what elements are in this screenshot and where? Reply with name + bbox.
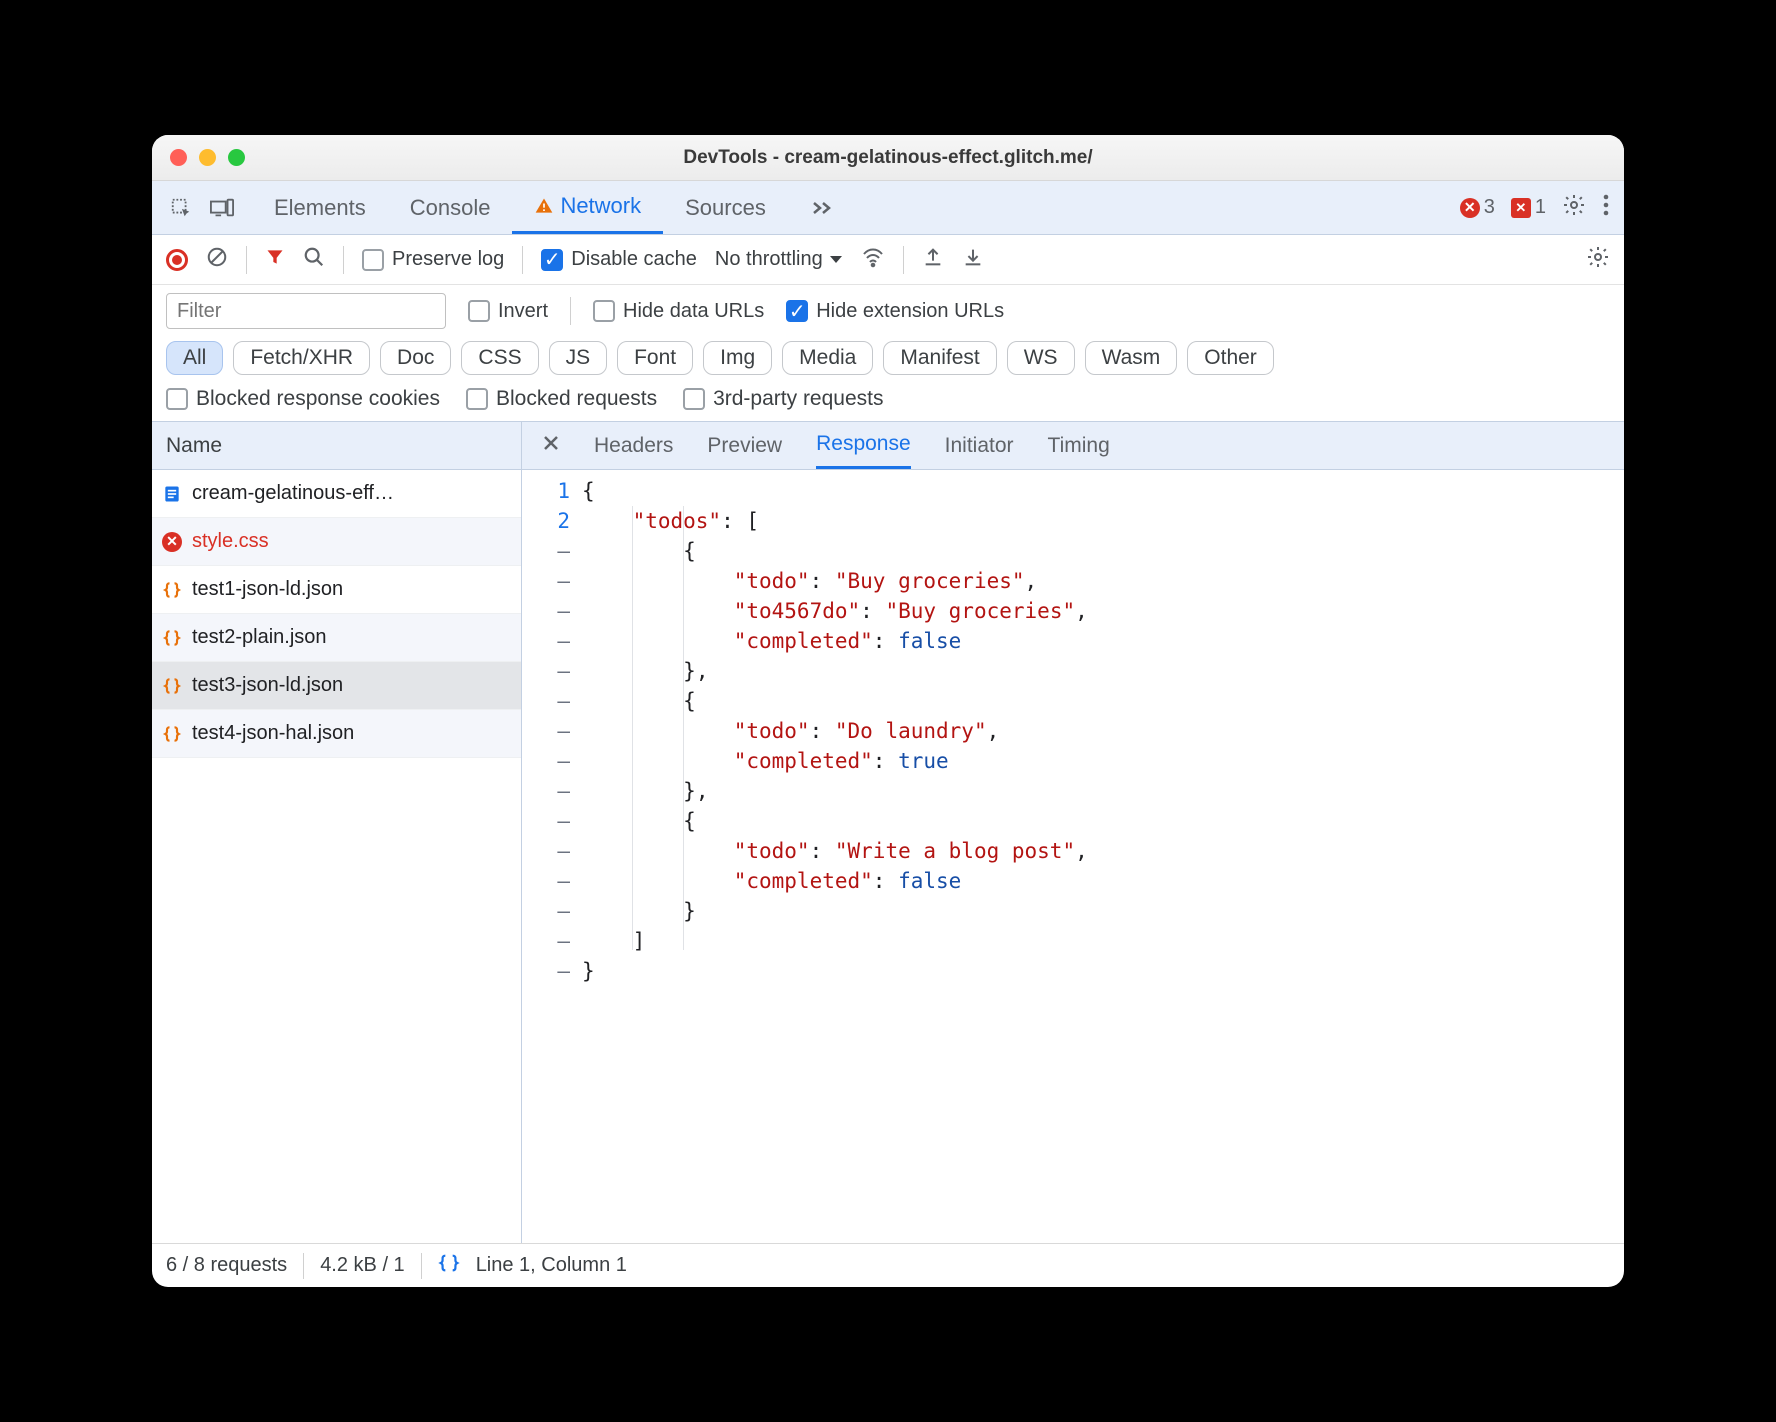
tab-initiator[interactable]: Initiator [945,434,1014,458]
error-icon: ✕ [1460,198,1480,218]
request-name: test1-json-ld.json [192,578,343,601]
type-filter-js[interactable]: JS [549,341,608,375]
pretty-print-icon[interactable] [438,1252,460,1280]
inspect-icon[interactable] [170,197,192,219]
invert-checkbox[interactable]: Invert [468,300,548,323]
type-filter-media[interactable]: Media [782,341,873,375]
type-filter-font[interactable]: Font [617,341,693,375]
type-filter-ws[interactable]: WS [1007,341,1075,375]
disable-cache-checkbox[interactable]: ✓Disable cache [541,248,697,271]
type-filter-fetchxhr[interactable]: Fetch/XHR [233,341,370,375]
close-detail-button[interactable] [542,434,560,458]
request-name: test2-plain.json [192,626,327,649]
extra-filters: Blocked response cookies Blocked request… [152,385,1624,422]
network-settings-icon[interactable] [1586,245,1610,275]
third-party-checkbox[interactable]: 3rd-party requests [683,387,883,411]
chevron-down-icon [829,255,843,265]
type-filter-css[interactable]: CSS [461,341,538,375]
code-lines: { "todos": [ { "todo": "Buy groceries", … [582,470,1624,1243]
type-filter-doc[interactable]: Doc [380,341,451,375]
tab-preview[interactable]: Preview [707,434,782,458]
request-row[interactable]: test2-plain.json [152,614,521,662]
export-har-icon[interactable] [922,246,944,274]
type-filter-manifest[interactable]: Manifest [883,341,996,375]
hide-extension-urls-checkbox[interactable]: ✓Hide extension URLs [786,300,1004,323]
type-filter-img[interactable]: Img [703,341,772,375]
filter-toolbar: Invert Hide data URLs ✓Hide extension UR… [152,285,1624,337]
network-toolbar: Preserve log ✓Disable cache No throttlin… [152,235,1624,285]
request-row[interactable]: test1-json-ld.json [152,566,521,614]
requests-list: cream-gelatinous-eff… ✕style.css test1-jso… [152,470,521,758]
response-body[interactable]: 12––––––––––––––– { "todos": [ { "todo":… [522,470,1624,1243]
search-icon[interactable] [303,246,325,274]
requests-header: Name [152,422,521,470]
more-menu-icon[interactable] [1602,194,1610,221]
detail-tabs: Headers Preview Response Initiator Timin… [522,422,1624,470]
tab-console[interactable]: Console [388,181,513,234]
settings-icon[interactable] [1562,193,1586,222]
status-cursor: Line 1, Column 1 [476,1254,627,1277]
record-button[interactable] [166,249,188,271]
panel-tabs: Elements Console Network Sources ✕ 3 ✕ 1 [152,181,1624,235]
request-name: style.css [192,530,269,553]
titlebar: DevTools - cream-gelatinous-effect.glitc… [152,135,1624,181]
errors-badge[interactable]: ✕ 3 [1460,196,1495,219]
main-area: Name cream-gelatinous-eff… ✕style.css test… [152,422,1624,1243]
type-filters: All Fetch/XHR Doc CSS JS Font Img Media Manifest… [152,337,1624,385]
tab-network-label: Network [560,193,641,219]
devtools-window: DevTools - cream-gelatinous-effect.glitc… [152,135,1624,1287]
tab-headers[interactable]: Headers [594,434,673,458]
type-filter-wasm[interactable]: Wasm [1085,341,1178,375]
tab-network[interactable]: Network [512,181,663,234]
request-row[interactable]: ✕style.css [152,518,521,566]
status-size: 4.2 kB / 1 [320,1254,405,1277]
request-row[interactable]: test3-json-ld.json [152,662,521,710]
tab-sources[interactable]: Sources [663,181,788,234]
issue-icon: ✕ [1511,198,1531,218]
issues-badge[interactable]: ✕ 1 [1511,196,1546,219]
statusbar: 6 / 8 requests 4.2 kB / 1 Line 1, Column… [152,1243,1624,1287]
more-tabs-button[interactable] [788,181,856,234]
throttling-select[interactable]: No throttling [715,248,843,271]
request-name: test4-json-hal.json [192,722,354,745]
warning-icon [534,196,554,216]
blocked-requests-checkbox[interactable]: Blocked requests [466,387,657,411]
type-filter-other[interactable]: Other [1187,341,1274,375]
requests-pane: Name cream-gelatinous-eff… ✕style.css test… [152,422,522,1243]
window-title: DevTools - cream-gelatinous-effect.glitc… [152,147,1624,169]
line-gutter: 12––––––––––––––– [522,470,582,1243]
request-name: test3-json-ld.json [192,674,343,697]
request-row[interactable]: cream-gelatinous-eff… [152,470,521,518]
preserve-log-checkbox[interactable]: Preserve log [362,248,504,271]
request-row[interactable]: test4-json-hal.json [152,710,521,758]
filter-input[interactable] [166,293,446,329]
blocked-cookies-checkbox[interactable]: Blocked response cookies [166,387,440,411]
device-icon[interactable] [210,197,234,219]
tab-timing[interactable]: Timing [1048,434,1110,458]
type-filter-all[interactable]: All [166,341,223,375]
network-conditions-icon[interactable] [861,246,885,274]
request-name: cream-gelatinous-eff… [192,482,394,505]
detail-pane: Headers Preview Response Initiator Timin… [522,422,1624,1243]
filter-icon[interactable] [265,247,285,273]
issues-count: 1 [1535,196,1546,219]
import-har-icon[interactable] [962,246,984,274]
tab-response[interactable]: Response [816,422,911,469]
tab-elements[interactable]: Elements [252,181,388,234]
status-requests: 6 / 8 requests [166,1254,287,1277]
clear-button[interactable] [206,246,228,274]
hide-data-urls-checkbox[interactable]: Hide data URLs [593,300,764,323]
errors-count: 3 [1484,196,1495,219]
